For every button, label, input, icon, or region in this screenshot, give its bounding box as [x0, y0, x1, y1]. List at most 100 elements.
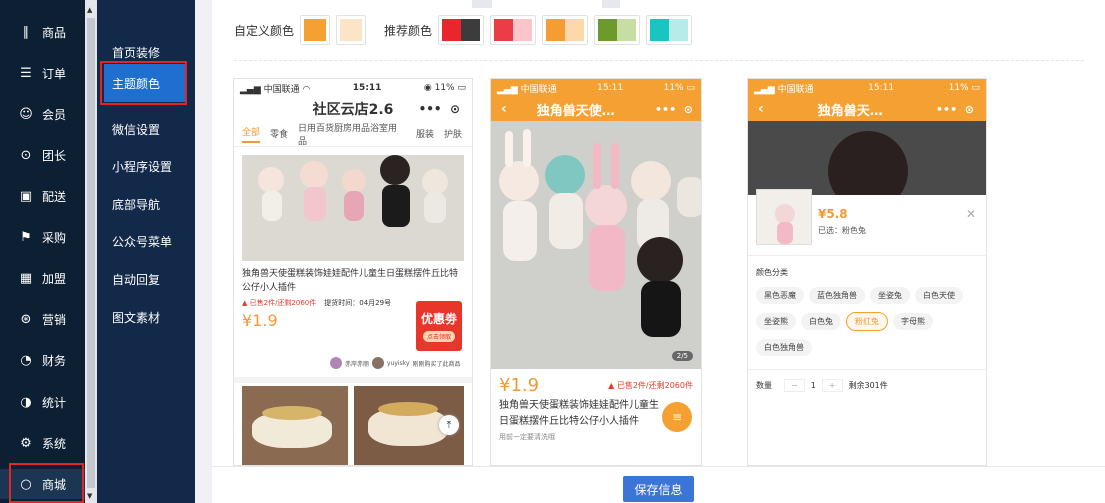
coupon-badge[interactable]: 优惠劵 点击领取	[416, 301, 462, 351]
recommended-color-4[interactable]	[646, 15, 693, 45]
status-bar: ▂▄▆ 中国联通 15:11 11% ▭	[748, 79, 986, 97]
capsule-menu[interactable]: ••• ⊙	[419, 102, 460, 116]
sidebar-item-6[interactable]: ▦ 加盟	[0, 263, 85, 293]
mall-icon: ○	[20, 476, 32, 492]
product-title[interactable]: 独角兽天使蛋糕装饰娃娃配件儿童生日蛋糕摆件丘比特公仔小人插件	[234, 261, 472, 295]
custom-color-primary[interactable]	[300, 15, 331, 45]
sidebar-item-0[interactable]: ∥ 商品	[0, 17, 85, 47]
scroll-down-arrow[interactable]: ▼	[87, 492, 92, 500]
sidebar-item-3[interactable]: ⊙ 团长	[0, 140, 85, 170]
buyer-note: 刚刚购买了此商品	[412, 360, 461, 368]
top-decor-2	[602, 0, 620, 8]
sku-price: ¥5.8	[818, 207, 848, 221]
subnav-item-6[interactable]: 自动回复	[112, 271, 160, 288]
detail-product-image: 2/5	[491, 121, 701, 369]
subnav-item-5[interactable]: 公众号菜单	[112, 233, 172, 250]
store-title-bar: 社区云店2.6 ••• ⊙	[234, 97, 472, 121]
detail-title-bar: ‹ 独角兽天使… ••• ⊙	[491, 97, 701, 121]
battery-level: 11%	[948, 83, 969, 93]
battery-icon: ▭	[686, 83, 695, 93]
recent-buyers: 赤岸赤丽 yuyisky 刚刚购买了此商品	[330, 357, 461, 369]
preview-sku-popup: ▂▄▆ 中国联通 15:11 11% ▭ ‹ 独角兽天… ••• ⊙ ¥5.8 …	[747, 78, 987, 466]
sidebar-item-2[interactable]: ☺ 会员	[0, 99, 85, 129]
recommended-color-0[interactable]	[438, 15, 485, 45]
scroll-up-arrow[interactable]: ▲	[87, 6, 92, 14]
quantity-row: 数量 − 1 + 剩余301件	[756, 379, 888, 392]
subnav-item-2[interactable]: 微信设置	[112, 121, 160, 138]
sidebar-item-label: 营销	[42, 312, 67, 327]
cart-icon: ☰	[20, 65, 32, 81]
tab-0[interactable]: 全部	[242, 125, 260, 143]
status-bar: ▂▄▆ 中国联通 ◠ 15:11 ◉ 11% ▭	[234, 79, 472, 97]
preview-home: ▂▄▆ 中国联通 ◠ 15:11 ◉ 11% ▭ 社区云店2.6 ••• ⊙ 全…	[233, 78, 473, 466]
detail-sold-count: 已售2件/还剩2060件	[616, 381, 693, 390]
recommended-color-3[interactable]	[594, 15, 641, 45]
clock: 15:11	[868, 83, 895, 93]
sku-chip[interactable]: 坐姿兔	[870, 287, 910, 304]
detail-price: ¥1.9	[499, 375, 540, 396]
avatar	[372, 357, 385, 369]
capsule-menu[interactable]: ••• ⊙	[655, 103, 693, 116]
close-icon[interactable]: ✕	[966, 207, 976, 221]
store-icon: ▦	[19, 270, 33, 286]
sku-chip[interactable]: 坐姿熊	[756, 313, 796, 330]
sku-chip[interactable]: 粉红兔	[846, 312, 888, 331]
signal-icon: ▂▄▆	[754, 84, 775, 95]
sku-chip[interactable]: 蓝色独角兽	[809, 287, 865, 304]
subnav-item-theme-color[interactable]: 主题颜色	[104, 64, 185, 102]
tab-1[interactable]: 零食	[270, 127, 288, 140]
subnav-item-4[interactable]: 底部导航	[112, 196, 160, 213]
detail-title: 独角兽天使…	[536, 103, 615, 119]
tab-4[interactable]: 护肤	[444, 127, 462, 140]
subnav-item-0[interactable]: 首页装修	[112, 44, 160, 61]
dimmed-product-image	[748, 121, 986, 195]
sku-thumbnail	[756, 189, 812, 245]
custom-color-secondary[interactable]	[336, 15, 367, 45]
sku-chip[interactable]: 白色兔	[801, 313, 841, 330]
coupon-badge-action: 点击领取	[422, 331, 455, 342]
subnav-item-7[interactable]: 图文素材	[112, 309, 160, 326]
back-arrow-icon[interactable]: ‹	[501, 101, 507, 117]
sidebar-item-4[interactable]: ▣ 配送	[0, 181, 85, 211]
wallet-icon: ◔	[20, 352, 32, 368]
back-to-top-icon[interactable]: ⤒	[439, 415, 459, 435]
action-bar: 保存信息	[212, 466, 1105, 503]
save-button[interactable]: 保存信息	[623, 476, 694, 502]
top-decor-1	[472, 0, 492, 8]
sidebar-item-11[interactable]: ○ 商城	[0, 469, 85, 499]
floating-menu-icon[interactable]: ≡	[662, 402, 692, 432]
barcode-icon: ∥	[22, 24, 30, 40]
sku-chip[interactable]: 黑色恶魔	[756, 287, 804, 304]
clock: 15:11	[597, 83, 624, 93]
sidebar-item-9[interactable]: ◑ 统计	[0, 387, 85, 417]
sidebar-item-5[interactable]: ⚑ 采购	[0, 222, 85, 252]
content-gutter	[195, 0, 212, 503]
main-sidebar: ∥ 商品 ☰ 订单 ☺ 会员 ⊙ 团长 ▣ 配送 ⚑ 采购 ▦ 加盟 ⊛ 营销 ◔ 财务 ◑ 统计 ⚙ 系统 ○ 商城	[0, 0, 85, 503]
sidebar-item-10[interactable]: ⚙ 系统	[0, 428, 85, 458]
sku-chip[interactable]: 白色天使	[915, 287, 963, 304]
sku-chip[interactable]: 白色独角兽	[756, 339, 812, 356]
custom-color-label: 自定义颜色	[234, 23, 295, 38]
sidebar-item-label: 财务	[42, 353, 67, 368]
back-arrow-icon[interactable]: ‹	[758, 101, 764, 117]
sku-chip[interactable]: 字母熊	[893, 313, 933, 330]
qty-plus-button[interactable]: +	[821, 379, 843, 392]
recommended-color-2[interactable]	[542, 15, 589, 45]
sidebar-item-8[interactable]: ◔ 财务	[0, 345, 85, 375]
tab-3[interactable]: 服装	[416, 127, 434, 140]
recommended-color-1[interactable]	[490, 15, 537, 45]
wifi-icon: ◠	[302, 84, 311, 95]
sidebar-item-label: 采购	[42, 230, 67, 245]
sidebar-item-label: 配送	[42, 189, 67, 204]
more-dots-icon: •••	[936, 102, 958, 116]
capsule-menu[interactable]: ••• ⊙	[936, 103, 974, 116]
main-content: 自定义颜色 推荐颜色 ▂▄▆ 中国联通 ◠ 15:11 ◉ 11% ▭ 社区云店…	[212, 0, 1105, 503]
sidebar-item-1[interactable]: ☰ 订单	[0, 58, 85, 88]
qty-value[interactable]: 1	[811, 381, 816, 390]
scrollbar-thumb[interactable]	[87, 18, 95, 488]
tab-2[interactable]: 日用百货厨房用品浴室用品	[298, 121, 406, 147]
sidebar-item-7[interactable]: ⊛ 营销	[0, 304, 85, 334]
qty-minus-button[interactable]: −	[784, 379, 805, 392]
sidebar-scrollbar[interactable]: ▲ ▼	[85, 0, 97, 503]
subnav-item-3[interactable]: 小程序设置	[112, 158, 172, 175]
